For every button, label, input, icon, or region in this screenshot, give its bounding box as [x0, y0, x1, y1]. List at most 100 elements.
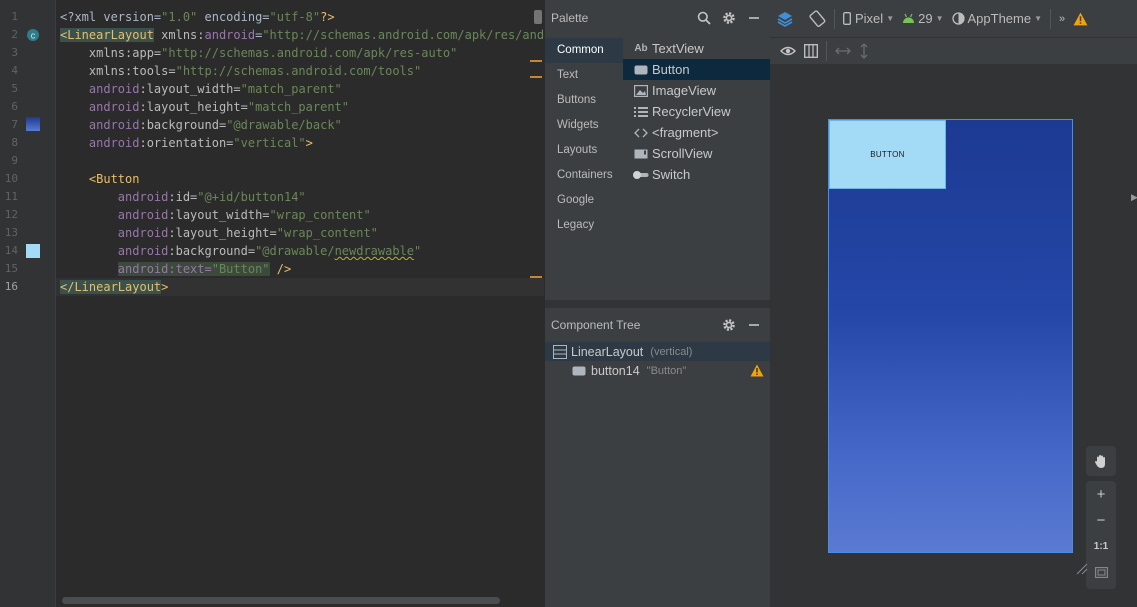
tree-row-button14[interactable]: button14 "Button"	[545, 361, 770, 380]
code-token: android	[60, 82, 140, 96]
gear-icon[interactable]	[719, 8, 739, 28]
hand-icon[interactable]	[1086, 446, 1116, 476]
orientation-icon[interactable]	[804, 8, 830, 30]
code-line[interactable]: android:background="@drawable/back"	[56, 116, 544, 134]
code-line[interactable]: android:layout_height="match_parent"	[56, 98, 544, 116]
blueprint-icon[interactable]	[800, 40, 822, 62]
code-token: "1.0"	[161, 10, 198, 24]
code-token: :background=	[168, 244, 256, 258]
palette-item-recyclerview[interactable]: RecyclerView	[623, 101, 771, 122]
palette-item-label: <fragment>	[652, 125, 719, 140]
minimize-icon[interactable]	[744, 315, 764, 335]
search-icon[interactable]	[694, 8, 714, 28]
preview-button[interactable]: BUTTON	[829, 120, 946, 189]
palette-item-switch[interactable]: Switch	[623, 164, 771, 185]
code-token: android:text=	[117, 262, 212, 276]
theme-selector[interactable]: AppTheme ▼	[948, 8, 1047, 30]
code-line[interactable]: android:id="@+id/button14"	[56, 188, 544, 206]
palette-item-label: ScrollView	[652, 146, 713, 161]
minimize-icon[interactable]	[744, 8, 764, 28]
code-line[interactable]: android:layout_height="wrap_content"	[56, 224, 544, 242]
vertical-arrows-icon[interactable]	[855, 40, 873, 62]
drawable-preview-swatch-icon[interactable]	[26, 244, 40, 263]
warning-icon[interactable]	[1069, 8, 1092, 30]
code-line[interactable]: android:text="Button" />	[56, 260, 544, 278]
line-number: 7	[11, 118, 18, 131]
horizontal-scrollbar-thumb[interactable]	[62, 597, 500, 604]
code-line[interactable]: <Button	[56, 170, 544, 188]
code-line[interactable]: xmlns:app="http://schemas.android.com/ap…	[56, 44, 544, 62]
code-token: xmlns:tools=	[60, 64, 176, 78]
tree-node-name: button14	[591, 363, 640, 378]
palette-category-widgets[interactable]: Widgets	[545, 113, 623, 138]
palette-categories: Common Text Buttons Widgets Layouts Container…	[545, 38, 623, 238]
code-token: android	[60, 226, 169, 240]
palette-category-containers[interactable]: Containers	[545, 163, 623, 188]
code-area[interactable]: <?xml version="1.0" encoding="utf-8"?> <L…	[56, 8, 544, 296]
background-preview-swatch-icon[interactable]	[26, 117, 40, 136]
palette-item-button[interactable]: Button	[623, 59, 771, 80]
api-level-selector[interactable]: 29 ▼	[898, 8, 947, 30]
context-class-icon[interactable]: c	[26, 28, 40, 47]
line-number: 15	[4, 262, 18, 275]
code-line[interactable]: android:layout_width="match_parent"	[56, 80, 544, 98]
gear-icon[interactable]	[719, 315, 739, 335]
text-view-icon: Ab	[634, 43, 648, 54]
preview-button-label: BUTTON	[870, 150, 905, 159]
code-token: "	[414, 244, 422, 258]
palette-item-scrollview[interactable]: ScrollView	[623, 143, 771, 164]
code-token: >	[161, 280, 169, 294]
code-line[interactable]: <LinearLayout xmlns:android="http://sche…	[56, 26, 544, 44]
zoom-to-fit-icon[interactable]	[1086, 559, 1116, 585]
palette-item-fragment[interactable]: <fragment>	[623, 122, 771, 143]
palette-category-google[interactable]: Google	[545, 188, 623, 213]
line-number: 10	[4, 172, 18, 185]
code-token: android	[60, 208, 169, 222]
horizontal-scrollbar[interactable]	[56, 593, 544, 607]
eye-icon[interactable]	[776, 40, 800, 62]
overflow-chevron-icon[interactable]: »	[1055, 8, 1069, 30]
palette-category-layouts[interactable]: Layouts	[545, 138, 623, 163]
collapse-arrow-icon[interactable]: ▶	[1131, 192, 1137, 206]
component-tree-header: Component Tree	[545, 308, 770, 342]
horizontal-arrows-icon[interactable]	[831, 40, 855, 62]
xml-code-editor[interactable]: 1 2 3 4 5 6 7 8 9 10 11 12 13 14 15 16 c <?xml version="…	[0, 0, 544, 607]
zoom-out-button[interactable]: −	[1086, 507, 1116, 533]
device-preview[interactable]: BUTTON	[828, 119, 1073, 553]
palette-category-text[interactable]: Text	[545, 63, 623, 88]
scroll-marker	[530, 76, 542, 78]
code-token: "vertical"	[233, 136, 306, 150]
zoom-actual-size-button[interactable]: 1:1	[1086, 533, 1116, 559]
line-number: 12	[4, 208, 18, 221]
code-line[interactable]: xmlns:tools="http://schemas.android.com/…	[56, 62, 544, 80]
toolbar-separator	[834, 8, 835, 29]
code-token: :layout_width=	[168, 208, 270, 222]
code-line[interactable]: android:layout_width="wrap_content"	[56, 206, 544, 224]
code-line[interactable]	[56, 152, 544, 170]
tree-node-detail: "Button"	[646, 364, 687, 377]
resize-handle-icon[interactable]	[1076, 562, 1088, 575]
device-selector[interactable]: Pixel ▼	[839, 8, 898, 30]
code-line[interactable]: android:orientation="vertical">	[56, 134, 544, 152]
layers-icon[interactable]	[770, 8, 798, 30]
view-options-toolbar	[770, 38, 1137, 64]
line-number: 6	[11, 100, 18, 113]
palette-category-legacy[interactable]: Legacy	[545, 213, 623, 238]
palette-item-imageview[interactable]: ImageView	[623, 80, 771, 101]
palette-category-buttons[interactable]: Buttons	[545, 88, 623, 113]
code-line[interactable]: android:background="@drawable/newdrawabl…	[56, 242, 544, 260]
palette-item-textview[interactable]: Ab TextView	[623, 38, 771, 59]
code-token: android	[60, 190, 169, 204]
palette-header: Palette	[545, 0, 770, 36]
code-line[interactable]: </LinearLayout>	[56, 278, 544, 296]
zoom-in-button[interactable]: +	[1086, 481, 1116, 507]
palette-category-common[interactable]: Common	[545, 38, 623, 63]
code-token: android	[60, 136, 140, 150]
toolbar-separator	[826, 41, 827, 61]
warning-icon[interactable]	[750, 364, 764, 377]
code-token: :layout_height=	[168, 226, 277, 240]
tree-row-linearlayout[interactable]: LinearLayout (vertical)	[545, 342, 770, 361]
code-line[interactable]: <?xml version="1.0" encoding="utf-8"?>	[56, 8, 544, 26]
chevron-down-icon: ▼	[886, 14, 895, 23]
panel-divider[interactable]	[545, 300, 771, 308]
